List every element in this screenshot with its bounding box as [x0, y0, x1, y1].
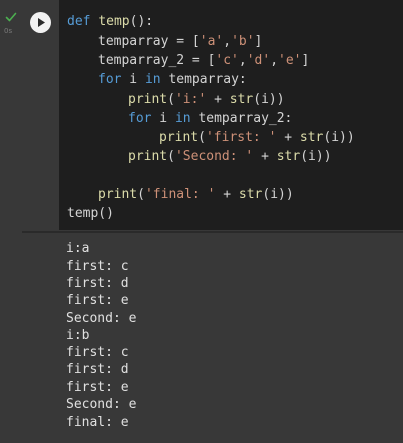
run-cell-button[interactable] [30, 12, 51, 33]
code-line: temp() [67, 206, 114, 221]
code-line: temparray_2 = ['c','d','e'] [98, 53, 310, 68]
output-line: first: c [66, 345, 129, 360]
notebook-cell: 0s def temp(): temparray = ['a','b'] tem… [0, 0, 403, 443]
code-line: print('final: ' + str(i)) [98, 187, 294, 202]
output-line: first: d [66, 362, 129, 377]
cell-output: i:a first: c first: d first: e Second: e… [22, 233, 403, 443]
code-line: print('Second: ' + str(i)) [128, 149, 332, 164]
code-line: print('first: ' + str(i)) [159, 130, 355, 145]
code-line: temparray = ['a','b'] [98, 34, 263, 49]
output-line: first: d [66, 276, 129, 291]
output-line: first: e [66, 293, 129, 308]
output-line: first: e [66, 380, 129, 395]
output-line: i:a [66, 241, 90, 256]
code-line: print('i:' + str(i)) [128, 92, 285, 107]
play-icon [38, 18, 45, 27]
cell-gutter: 0s [0, 0, 22, 443]
code-line: for i in temparray: [98, 72, 247, 87]
output-line: Second: e [66, 311, 137, 326]
code-line: for i in temparray_2: [128, 111, 293, 126]
code-line: def temp(): [67, 14, 154, 29]
check-icon [5, 12, 17, 22]
code-editor[interactable]: def temp(): temparray = ['a','b'] tempar… [59, 0, 403, 230]
execution-time: 0s [4, 27, 13, 35]
output-line: i:b [66, 328, 90, 343]
output-line: final: e [66, 415, 129, 430]
output-line: Second: e [66, 397, 137, 412]
output-line: first: c [66, 259, 129, 274]
